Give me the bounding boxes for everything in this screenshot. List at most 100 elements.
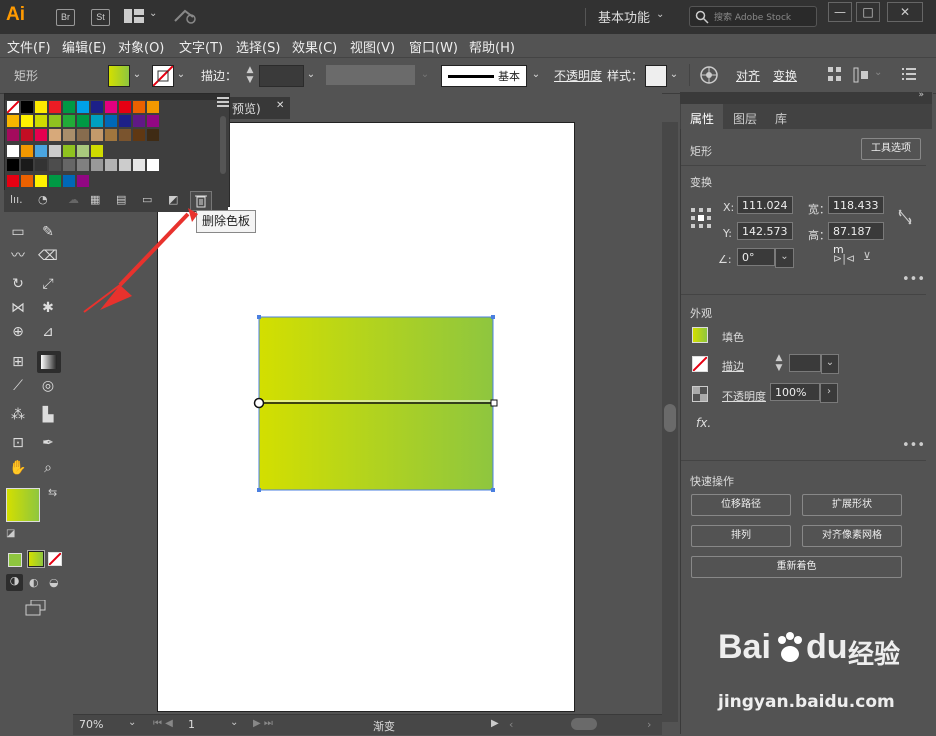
swatch[interactable] [147, 129, 159, 141]
mesh-tool-icon[interactable]: ⊞ [8, 352, 28, 372]
selection-bounding-box[interactable] [250, 310, 502, 500]
artboard-number[interactable]: 1 [188, 718, 195, 731]
swatch[interactable] [147, 101, 159, 113]
swatch[interactable] [63, 129, 75, 141]
width-tool-icon[interactable]: ⋈ [8, 298, 28, 318]
rectangle-tool-icon[interactable]: ▭ [8, 222, 28, 242]
puppet-warp-icon[interactable]: ✱ [38, 298, 58, 318]
arrange-button[interactable]: 排列 [691, 525, 791, 547]
menu-window[interactable]: 窗口(W) [409, 37, 458, 56]
x-field[interactable]: 111.024 [737, 196, 793, 214]
zoom-tool-icon[interactable]: ⌕ [38, 458, 58, 478]
stock-search-input[interactable]: 搜索 Adobe Stock [689, 6, 817, 27]
screen-mode-icon[interactable] [25, 599, 47, 616]
scale-tool-icon[interactable]: ⤢ [38, 274, 58, 294]
workspace-switcher[interactable]: 基本功能 [598, 7, 650, 26]
transform-more-icon[interactable]: ••• [902, 272, 925, 287]
graphic-style-swatch[interactable] [645, 65, 667, 87]
symbol-sprayer-icon[interactable]: ⁂ [8, 405, 28, 425]
fill-chevron-icon[interactable]: ⌄ [129, 65, 145, 85]
slice-tool-icon[interactable]: ✒ [38, 433, 58, 453]
reference-point-icon[interactable] [691, 208, 711, 231]
appearance-stroke-stepper[interactable]: ▲ ▼ [772, 353, 786, 373]
swatch[interactable] [35, 129, 47, 141]
appearance-more-icon[interactable]: ••• [902, 438, 925, 453]
swatch[interactable] [7, 129, 19, 141]
tab-layers[interactable]: 图层 [733, 110, 757, 132]
swatch[interactable] [63, 101, 75, 113]
swatch[interactable] [63, 175, 75, 187]
menu-edit[interactable]: 编辑(E) [62, 37, 106, 56]
angle-chevron-icon[interactable]: ⌄ [775, 248, 794, 268]
swatch[interactable] [21, 129, 33, 141]
swatch[interactable] [63, 159, 75, 171]
fx-icon[interactable]: fx. [696, 416, 711, 430]
bridge-button[interactable]: Br [56, 9, 75, 26]
swatch[interactable] [21, 159, 33, 171]
swatch[interactable] [77, 145, 89, 157]
arrange-documents-icon[interactable] [124, 9, 144, 23]
status-menu-icon[interactable]: ▶ [491, 718, 499, 729]
swatch[interactable] [7, 175, 19, 187]
swatch[interactable] [21, 145, 33, 157]
menu-object[interactable]: 对象(O) [118, 37, 164, 56]
panel-menu-icon[interactable] [902, 68, 916, 83]
swatch[interactable] [133, 129, 145, 141]
hand-tool-icon[interactable]: ✋ [8, 458, 28, 478]
align-pixel-grid-button[interactable]: 对齐像素网格 [802, 525, 902, 547]
swatch[interactable] [7, 115, 19, 127]
swatch[interactable] [91, 145, 103, 157]
perspective-grid-icon[interactable]: ⊿ [38, 322, 58, 342]
stroke-weight-chevron-icon[interactable]: ⌄ [303, 65, 319, 85]
draw-inside-icon[interactable]: ◒ [49, 576, 59, 589]
appearance-stroke-field[interactable] [789, 354, 821, 372]
y-field[interactable]: 142.573 [737, 222, 793, 240]
swatch[interactable] [49, 115, 61, 127]
swatch[interactable] [119, 101, 131, 113]
menu-type[interactable]: 文字(T) [179, 37, 223, 56]
swatch[interactable] [119, 159, 131, 171]
swatch-grid[interactable] [6, 100, 207, 191]
opacity-label[interactable]: 不透明度 [554, 67, 602, 84]
recolor-button[interactable]: 重新着色 [691, 556, 902, 578]
shaper-tool-icon[interactable]: 〰 [8, 246, 28, 266]
transform-button[interactable]: 变换 [773, 67, 797, 84]
appearance-opacity-label[interactable]: 不透明度 [722, 388, 766, 404]
swatch[interactable] [77, 101, 89, 113]
swatch[interactable] [133, 159, 145, 171]
swatch[interactable] [147, 115, 159, 127]
draw-normal-icon[interactable]: ◑ [6, 574, 23, 591]
gradient-tool-icon[interactable] [37, 351, 61, 373]
swap-colors-icon[interactable]: ⇆ [48, 486, 57, 499]
swatch[interactable] [63, 115, 75, 127]
fill-color-box[interactable] [6, 488, 40, 522]
tab-libraries[interactable]: 库 [775, 110, 787, 132]
opacity-chevron-icon[interactable]: › [820, 383, 838, 403]
swatch-scrollbar[interactable] [220, 116, 226, 174]
menu-select[interactable]: 选择(S) [236, 37, 280, 56]
swatch[interactable] [49, 129, 61, 141]
stock-button[interactable]: St [91, 9, 110, 26]
horizontal-scroll-thumb[interactable] [571, 718, 597, 730]
swatch[interactable] [147, 159, 159, 171]
swatch[interactable] [7, 145, 19, 157]
height-field[interactable]: 87.187 m [828, 222, 884, 256]
paintbrush-tool-icon[interactable]: ✎ [38, 222, 58, 242]
tab-close-icon[interactable]: ✕ [276, 100, 284, 111]
recolor-artwork-icon[interactable] [699, 65, 719, 88]
offset-path-button[interactable]: 位移路径 [691, 494, 791, 516]
blend-tool-icon[interactable]: ◎ [38, 376, 58, 396]
swatch[interactable] [105, 115, 117, 127]
variable-width-profile[interactable] [326, 65, 415, 85]
stroke-stepper[interactable]: ▲ ▼ [243, 65, 257, 85]
minimize-button[interactable]: — [828, 2, 852, 22]
style-chevron-icon[interactable]: ⌄ [666, 65, 682, 85]
opacity-field[interactable]: 100% [770, 383, 820, 401]
eyedropper-tool-icon[interactable]: ⟋ [8, 376, 28, 396]
swatch[interactable] [49, 175, 61, 187]
vertical-scroll-thumb[interactable] [664, 404, 676, 432]
menu-file[interactable]: 文件(F) [7, 37, 51, 56]
color-mode-icon[interactable] [8, 553, 22, 567]
swatch[interactable] [35, 159, 47, 171]
swatch[interactable] [133, 101, 145, 113]
